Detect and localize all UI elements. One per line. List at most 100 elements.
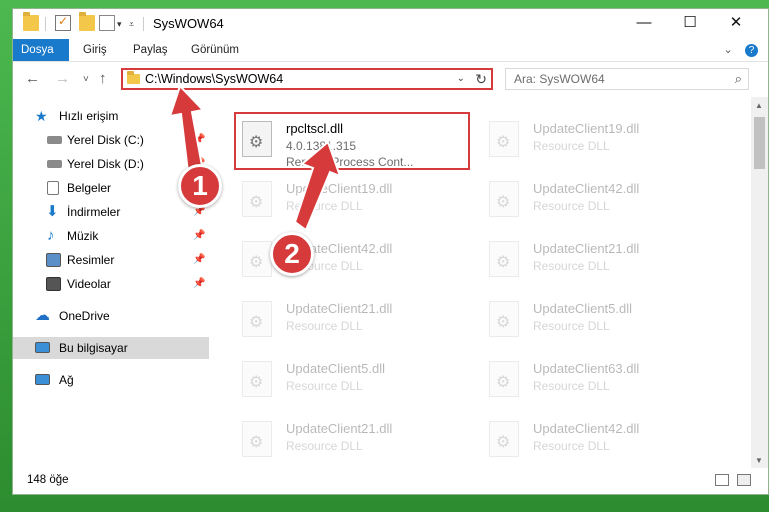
sidebar-item-network[interactable]: Ağ (13, 369, 209, 391)
sidebar-item-onedrive[interactable]: ☁ OneDrive (13, 305, 209, 327)
file-tile[interactable]: UpdateClient42.dll Resource DLL (483, 173, 719, 229)
pin-icon: 📌 (193, 254, 206, 265)
refresh-icon[interactable]: ↻ (475, 71, 487, 88)
sidebar-item-local-disk-c[interactable]: Yerel Disk (C:) 📌 (13, 129, 209, 151)
document-icon (47, 181, 59, 195)
folder-icon (23, 12, 39, 31)
quick-access-dropdown-icon[interactable]: ▾ (117, 19, 122, 30)
step-badge-2: 2 (270, 232, 314, 276)
status-bar: 148 öğe (13, 468, 768, 494)
file-type: Resource DLL (286, 199, 363, 213)
file-type: Resource DLL (533, 439, 610, 453)
ribbon-tabs: Dosya Giriş Paylaş Görünüm ⌄ ? (13, 39, 768, 62)
address-path[interactable]: C:\Windows\SysWOW64 (145, 72, 283, 86)
file-name: UpdateClient19.dll (533, 121, 640, 136)
file-type: Resource DLL (286, 439, 363, 453)
file-name: UpdateClient21.dll (533, 241, 640, 256)
sidebar-item-music[interactable]: ♪ Müzik 📌 (13, 225, 209, 247)
sidebar-item-label: Belgeler (67, 181, 112, 195)
help-icon[interactable]: ? (745, 44, 758, 57)
tab-file[interactable]: Dosya (13, 39, 69, 61)
minimize-button[interactable]: — (621, 9, 667, 39)
highlight-box (234, 112, 470, 170)
music-icon: ♪ (47, 227, 55, 244)
sidebar-item-label: Bu bilgisayar (59, 341, 128, 355)
scroll-up-icon[interactable]: ▲ (755, 101, 763, 110)
vertical-scrollbar[interactable]: ▲ ▼ (751, 97, 768, 469)
dll-file-icon (489, 241, 519, 277)
new-folder-icon[interactable] (79, 12, 95, 31)
sidebar-item-label: Resimler (67, 253, 115, 267)
forward-button[interactable]: → (55, 70, 70, 87)
sidebar-item-label: Yerel Disk (C:) (67, 133, 144, 147)
dll-file-icon (489, 361, 519, 397)
tab-view[interactable]: Görünüm (183, 39, 247, 61)
file-tile[interactable]: UpdateClient21.dll Resource DLL (483, 233, 719, 289)
address-dropdown-icon[interactable]: ⌄ (457, 73, 465, 84)
search-box[interactable]: Ara: SysWOW64 ⌕ (505, 68, 749, 90)
search-icon[interactable]: ⌕ (735, 71, 742, 87)
sidebar-item-label: Yerel Disk (D:) (67, 157, 144, 171)
video-icon (46, 277, 61, 291)
file-tile[interactable]: UpdateClient21.dll Resource DLL (236, 413, 472, 469)
separator (45, 17, 46, 31)
file-list: rpcltscl.dll 4.0.1381.315 Remote Process… (211, 97, 741, 469)
ribbon-controls: ⌄ ? (724, 43, 758, 57)
details-view-icon[interactable] (715, 474, 729, 486)
sidebar-item-videos[interactable]: Videolar 📌 (13, 273, 209, 295)
scrollbar-thumb[interactable] (754, 117, 765, 169)
sidebar-item-label: Müzik (67, 229, 99, 243)
download-icon: ⬇ (46, 203, 59, 220)
search-input[interactable]: Ara: SysWOW64 (514, 72, 605, 86)
network-icon (35, 374, 50, 385)
scroll-down-icon[interactable]: ▼ (755, 456, 763, 465)
properties-check-icon[interactable] (55, 14, 71, 31)
file-tile[interactable]: UpdateClient19.dll Resource DLL (236, 173, 472, 229)
customize-toolbar-icon[interactable]: ⩡ (129, 19, 134, 30)
window-title: SysWOW64 (153, 16, 224, 31)
navigation-pane: ★ Hızlı erişim Yerel Disk (C:) 📌 Yerel D… (13, 97, 209, 469)
tab-share[interactable]: Paylaş (125, 39, 176, 61)
file-type: Resource DLL (533, 259, 610, 273)
file-explorer-window: ▾ ⩡ SysWOW64 — ☐ ✕ Dosya Giriş Paylaş Gö… (12, 8, 769, 495)
sidebar-item-quick-access[interactable]: ★ Hızlı erişim (13, 105, 209, 127)
file-name: UpdateClient5.dll (533, 301, 633, 316)
sidebar-item-downloads[interactable]: ⬇ İndirmeler 📌 (13, 201, 209, 223)
address-bar[interactable]: C:\Windows\SysWOW64 ⌄ ↻ (121, 68, 493, 90)
maximize-button[interactable]: ☐ (667, 9, 713, 39)
file-tile[interactable]: UpdateClient63.dll Resource DLL (483, 353, 719, 409)
large-icons-view-icon[interactable] (737, 474, 751, 486)
dll-file-icon (489, 421, 519, 457)
sidebar-item-this-pc[interactable]: Bu bilgisayar (13, 337, 209, 359)
properties-icon[interactable] (99, 15, 115, 31)
file-name: UpdateClient5.dll (286, 361, 386, 376)
file-tile[interactable]: UpdateClient21.dll Resource DLL (236, 293, 472, 349)
file-name: UpdateClient63.dll (533, 361, 640, 376)
item-count: 148 öğe (27, 474, 69, 486)
pin-icon: 📌 (193, 134, 206, 145)
pin-icon: 📌 (193, 278, 206, 289)
sidebar-item-label: Videolar (67, 277, 111, 291)
sidebar-item-pictures[interactable]: Resimler 📌 (13, 249, 209, 271)
file-name: UpdateClient21.dll (286, 421, 393, 436)
back-button[interactable]: ← (25, 70, 40, 87)
dll-file-icon (242, 241, 272, 277)
file-tile[interactable]: UpdateClient42.dll Resource DLL (483, 413, 719, 469)
file-tile[interactable]: UpdateClient5.dll Resource DLL (483, 293, 719, 349)
dll-file-icon (242, 181, 272, 217)
close-button[interactable]: ✕ (713, 9, 759, 39)
sidebar-item-local-disk-d[interactable]: Yerel Disk (D:) 📌 (13, 153, 209, 175)
sidebar-item-label: Ağ (59, 373, 74, 387)
computer-icon (35, 342, 50, 353)
up-button[interactable]: ↑ (99, 70, 107, 87)
expand-ribbon-icon[interactable]: ⌄ (724, 44, 733, 56)
tab-home[interactable]: Giriş (75, 39, 115, 61)
step-badge-1: 1 (178, 164, 222, 208)
drive-icon (47, 160, 62, 168)
dll-file-icon (489, 121, 519, 157)
pictures-icon (46, 253, 61, 267)
recent-locations-button[interactable]: ˅ (83, 74, 89, 85)
file-tile[interactable]: UpdateClient19.dll Resource DLL (483, 113, 719, 169)
file-tile[interactable]: UpdateClient5.dll Resource DLL (236, 353, 472, 409)
separator (143, 17, 144, 31)
